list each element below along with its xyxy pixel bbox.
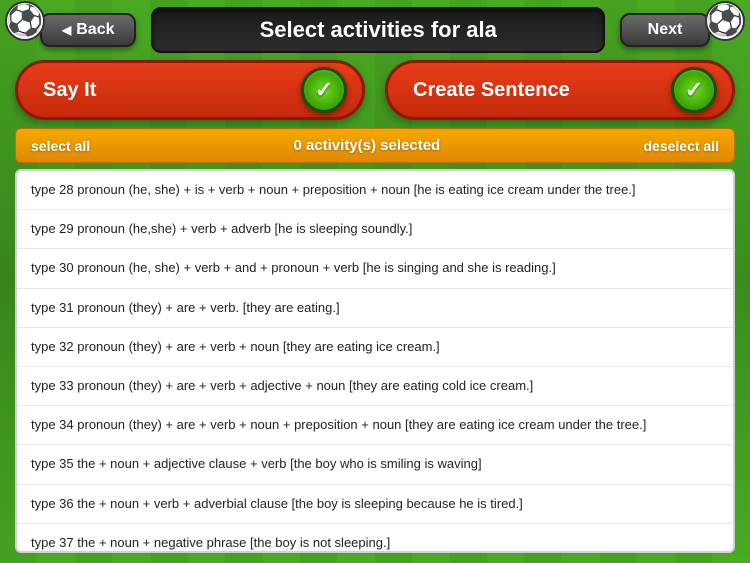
say-it-label: Say It xyxy=(43,79,96,102)
list-item[interactable]: type 36 the + noun + verb + adverbial cl… xyxy=(17,485,733,524)
create-sentence-check xyxy=(671,67,717,113)
main-screen: Back Select activities for ala Next Say … xyxy=(0,0,750,563)
next-button[interactable]: Next xyxy=(620,13,710,47)
say-it-check xyxy=(301,67,347,113)
back-label: Back xyxy=(76,21,114,39)
soccer-ball-right xyxy=(705,1,745,41)
activity-count: 0 activity(s) selected xyxy=(293,137,440,154)
list-item[interactable]: type 32 pronoun (they) + are + verb + no… xyxy=(17,328,733,367)
list-item[interactable]: type 35 the + noun + adjective clause + … xyxy=(17,445,733,484)
soccer-ball-left xyxy=(5,1,45,41)
next-label: Next xyxy=(648,21,683,38)
activities-list: type 28 pronoun (he, she) + is + verb + … xyxy=(15,169,735,553)
create-sentence-button[interactable]: Create Sentence xyxy=(385,60,735,120)
top-bar: Back Select activities for ala Next xyxy=(0,0,750,60)
selection-bar: select all 0 activity(s) selected desele… xyxy=(15,128,735,163)
create-sentence-label: Create Sentence xyxy=(413,79,570,102)
list-item[interactable]: type 34 pronoun (they) + are + verb + no… xyxy=(17,406,733,445)
list-item[interactable]: type 37 the + noun + negative phrase [th… xyxy=(17,524,733,553)
list-item[interactable]: type 31 pronoun (they) + are + verb. [th… xyxy=(17,289,733,328)
list-item[interactable]: type 28 pronoun (he, she) + is + verb + … xyxy=(17,171,733,210)
deselect-all-button[interactable]: deselect all xyxy=(644,138,720,154)
select-all-button[interactable]: select all xyxy=(31,138,90,154)
list-item[interactable]: type 33 pronoun (they) + are + verb + ad… xyxy=(17,367,733,406)
list-item[interactable]: type 30 pronoun (he, she) + verb + and +… xyxy=(17,249,733,288)
back-button[interactable]: Back xyxy=(40,13,136,47)
activity-buttons-row: Say It Create Sentence xyxy=(0,60,750,120)
say-it-button[interactable]: Say It xyxy=(15,60,365,120)
page-title: Select activities for ala xyxy=(151,7,605,53)
list-item[interactable]: type 29 pronoun (he,she) + verb + adverb… xyxy=(17,210,733,249)
